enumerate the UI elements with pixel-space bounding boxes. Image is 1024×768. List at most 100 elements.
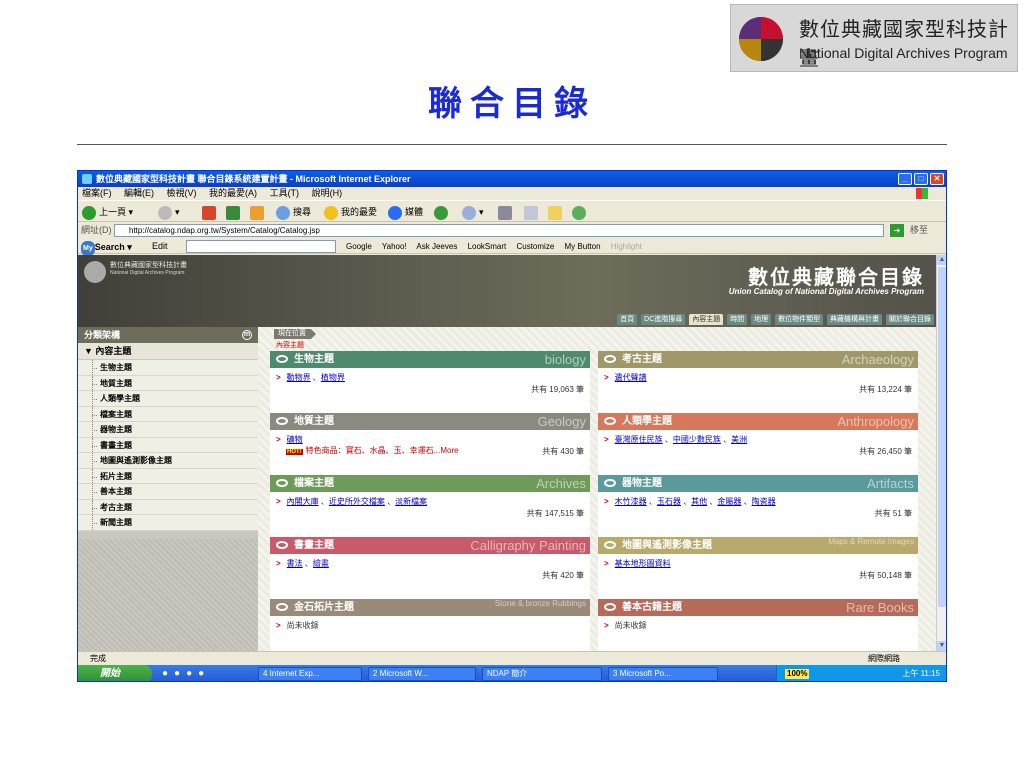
- nav-geography[interactable]: 地理: [751, 314, 772, 325]
- home-button[interactable]: [250, 204, 267, 220]
- topic-card-header[interactable]: 生物主題 biology: [270, 351, 590, 368]
- expand-icon[interactable]: m: [242, 330, 252, 340]
- mail-button[interactable]: ▾: [462, 204, 484, 220]
- topic-card-header[interactable]: 檔案主題 Archives: [270, 475, 590, 492]
- topic-link[interactable]: 金屬器: [717, 497, 741, 506]
- topic-card-header[interactable]: 書畫主題 Calligraphy Painting: [270, 537, 590, 554]
- sidebar-section[interactable]: ▼ 內容主題: [78, 343, 258, 359]
- task-word[interactable]: 2 Microsoft W...: [368, 667, 476, 681]
- topic-link[interactable]: 遺代聲譜: [615, 373, 647, 382]
- menu-favorites[interactable]: 我的最愛(A): [209, 188, 257, 198]
- topic-link[interactable]: 植物界: [321, 373, 345, 382]
- scroll-down-icon[interactable]: ▼: [937, 641, 946, 651]
- topic-card-header[interactable]: 考古主題 Archaeology: [598, 351, 918, 368]
- maximize-button[interactable]: □: [914, 173, 928, 185]
- history-button[interactable]: [434, 204, 451, 220]
- sidebar-item-news[interactable]: 新聞主題: [78, 515, 258, 531]
- print-button[interactable]: [498, 204, 515, 220]
- topic-link[interactable]: 其他: [691, 497, 707, 506]
- topic-link[interactable]: 近史所外交檔案: [329, 497, 385, 506]
- topic-link[interactable]: 中國少數民族: [673, 435, 721, 444]
- topic-link[interactable]: 美洲: [731, 435, 747, 444]
- topic-link[interactable]: 動物界: [287, 373, 311, 382]
- link-ask-jeeves[interactable]: Ask Jeeves: [416, 242, 457, 251]
- go-button[interactable]: 移至: [910, 223, 928, 238]
- scroll-thumb[interactable]: [938, 267, 946, 607]
- nav-time[interactable]: 時間: [727, 314, 748, 325]
- forward-button[interactable]: ▾: [158, 204, 180, 220]
- topic-card-header[interactable]: 人類學主題 Anthropology: [598, 413, 918, 430]
- sidebar-item-biology[interactable]: 生物主題: [78, 360, 258, 376]
- menu-help[interactable]: 說明(H): [312, 188, 343, 198]
- link-my-button[interactable]: My Button: [565, 242, 601, 251]
- menu-file[interactable]: 檔案(F): [82, 188, 112, 198]
- refresh-button[interactable]: [226, 204, 243, 220]
- sidebar-item-geology[interactable]: 地質主題: [78, 375, 258, 391]
- stop-button[interactable]: [202, 204, 219, 220]
- media-button[interactable]: 媒體: [388, 204, 423, 220]
- scroll-up-icon[interactable]: ▲: [937, 255, 946, 265]
- menu-tools[interactable]: 工具(T): [270, 188, 300, 198]
- quick-launch-icons[interactable]: ●●●●: [162, 668, 210, 679]
- sidebar-item-anthropology[interactable]: 人類學主題: [78, 391, 258, 407]
- address-input[interactable]: http://catalog.ndap.org.tw/System/Catalo…: [114, 224, 884, 237]
- close-button[interactable]: ✕: [930, 173, 944, 185]
- status-text: 完成: [90, 654, 106, 663]
- nav-dc-search[interactable]: DC進階搜尋: [641, 314, 686, 325]
- topic-card-header[interactable]: 金石拓片主題 Stone & bronze Rubbings: [270, 599, 590, 616]
- topic-link[interactable]: 木竹漆器: [615, 497, 647, 506]
- topic-link[interactable]: 淡新檔案: [395, 497, 427, 506]
- task-ie[interactable]: 4 Internet Exp...: [258, 667, 362, 681]
- topic-link[interactable]: 書法: [287, 559, 303, 568]
- sidebar-item-rare-books[interactable]: 善本主題: [78, 484, 258, 500]
- go-icon[interactable]: ➔: [890, 224, 904, 237]
- task-powerpoint[interactable]: 3 Microsoft Po...: [608, 667, 718, 681]
- toolbar-search-input[interactable]: [186, 240, 336, 253]
- sidebar-item-archaeology[interactable]: 考古主題: [78, 499, 258, 515]
- topic-link[interactable]: 礦物: [287, 435, 303, 444]
- sidebar-item-calligraphy[interactable]: 書畫主題: [78, 437, 258, 453]
- topic-link[interactable]: 基本地形圖資料: [615, 559, 671, 568]
- nav-institutions[interactable]: 典藏機構與計畫: [827, 314, 883, 325]
- topic-link[interactable]: 玉石器: [657, 497, 681, 506]
- my-search-button[interactable]: My Search ▾: [81, 240, 132, 256]
- nav-home[interactable]: 首頁: [617, 314, 638, 325]
- sidebar-item-maps[interactable]: 地圖與遙測影像主題: [78, 453, 258, 469]
- window-titlebar[interactable]: 數位典藏國家型科技計畫 聯合目錄系統建置計畫 - Microsoft Inter…: [78, 171, 946, 187]
- vertical-scrollbar[interactable]: ▲ ▼: [936, 255, 946, 651]
- standard-toolbar: 上一頁 ▾ ▾ 搜尋 我的最愛 媒體 ▾: [78, 200, 946, 222]
- topic-card-header[interactable]: 地質主題 Geology: [270, 413, 590, 430]
- topic-card-header[interactable]: 善本古籍主題 Rare Books: [598, 599, 918, 616]
- topic-link[interactable]: 陶瓷器: [752, 497, 776, 506]
- folder-button[interactable]: [548, 204, 565, 220]
- topic-card-header[interactable]: 器物主題 Artifacts: [598, 475, 918, 492]
- link-customize[interactable]: Customize: [516, 242, 554, 251]
- minimize-button[interactable]: _: [898, 173, 912, 185]
- sidebar-item-artifacts[interactable]: 器物主題: [78, 422, 258, 438]
- back-button[interactable]: 上一頁 ▾: [82, 204, 133, 220]
- search-button[interactable]: 搜尋: [276, 204, 311, 220]
- topic-card-header[interactable]: 地圖與遙測影像主題 Maps & Remote Images: [598, 537, 918, 554]
- topic-link[interactable]: 內閣大庫: [287, 497, 319, 506]
- nav-content-topics[interactable]: 內容主題: [689, 314, 724, 325]
- link-yahoo[interactable]: Yahoo!: [382, 242, 407, 251]
- menu-edit[interactable]: 編輯(E): [124, 188, 154, 198]
- topic-link[interactable]: 臺灣原住民族: [615, 435, 663, 444]
- task-ndap-folder[interactable]: NDAP 簡介: [482, 667, 602, 681]
- sidebar-item-rubbings[interactable]: 拓片主題: [78, 468, 258, 484]
- start-button[interactable]: 開始: [78, 665, 152, 681]
- link-google[interactable]: Google: [346, 242, 372, 251]
- sidebar-item-archives[interactable]: 檔案主題: [78, 406, 258, 422]
- favorites-button[interactable]: 我的最愛: [324, 204, 377, 220]
- messenger-button[interactable]: [572, 204, 589, 220]
- nav-about[interactable]: 關於聯合目錄: [886, 314, 934, 325]
- link-looksmart[interactable]: LookSmart: [468, 242, 507, 251]
- battery-indicator[interactable]: 100%: [785, 669, 810, 679]
- edit-button[interactable]: Edit: [152, 239, 168, 254]
- menu-view[interactable]: 檢視(V): [167, 188, 197, 198]
- topic-link[interactable]: 繪畫: [313, 559, 329, 568]
- edit-page-button[interactable]: [524, 204, 541, 220]
- hot-promo[interactable]: HOT! 特色商品：寶石、水晶、玉、幸運石...More: [286, 445, 459, 456]
- link-highlight[interactable]: Highlight: [611, 242, 642, 251]
- nav-object-types[interactable]: 數位物件類型: [775, 314, 824, 325]
